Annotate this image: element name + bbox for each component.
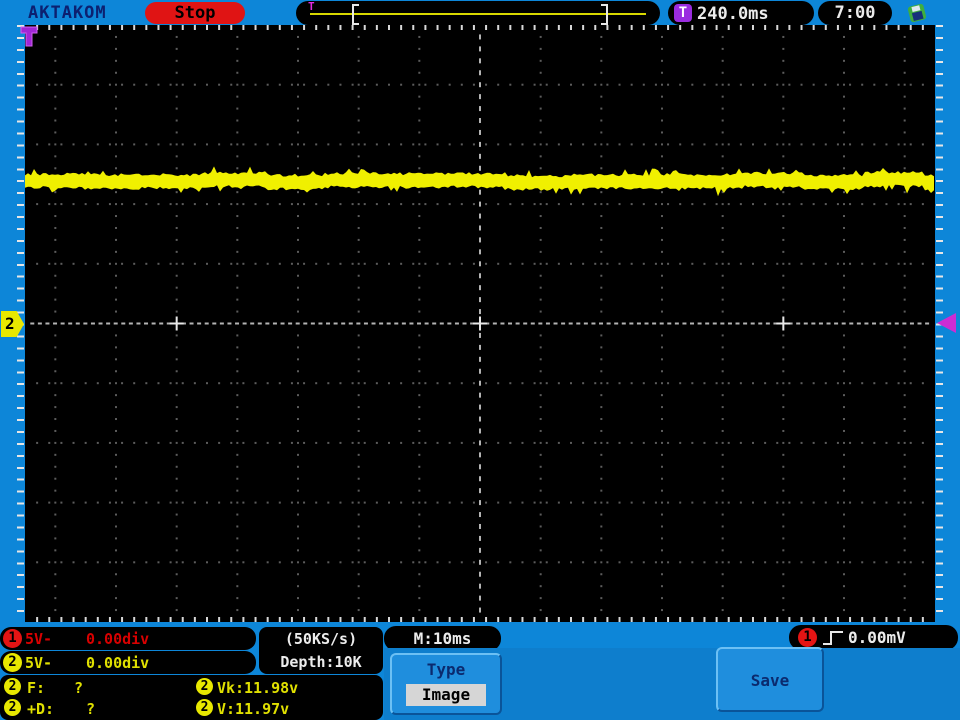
acquisition-pill: (50KS/s) Depth:10K: [259, 627, 383, 674]
record-length-line: [310, 13, 646, 15]
usb-drive-icon: [907, 3, 927, 23]
type-value-selected[interactable]: Image: [406, 684, 486, 706]
trigger-source-badge: 1: [798, 628, 817, 647]
meas-value: ?: [74, 679, 84, 697]
oscilloscope-screen: { "top_bar": { "brand": "AKTAKOM", "run_…: [0, 0, 960, 720]
trigger-t-icon: T: [674, 4, 692, 22]
meas-value: 11.97v: [235, 700, 290, 718]
meas-label: V:: [217, 700, 236, 718]
meas-value: ?: [86, 700, 96, 718]
trigger-level-marker-icon[interactable]: [937, 313, 956, 333]
ch1-offset: 0.00div: [86, 630, 150, 648]
trigger-position-marker-icon: T: [308, 0, 315, 13]
trigger-position-readout: T 240.0ms: [668, 1, 814, 25]
rising-edge-icon: [823, 631, 843, 645]
meas-value: 11.98v: [244, 679, 299, 697]
window-left-bracket-icon: [352, 4, 359, 25]
window-right-bracket-icon: [601, 4, 608, 25]
ch1-status-pill: 1 5V- 0.00div: [0, 627, 256, 650]
meas-label: Vk:: [217, 679, 245, 697]
meas-label: +D:: [27, 700, 55, 718]
type-label: Type: [426, 660, 466, 679]
type-button[interactable]: Type Image: [390, 653, 502, 715]
meas-label: F:: [27, 679, 46, 697]
meas-ch-badge: 2: [196, 678, 213, 695]
ch2-status-pill: 2 5V- 0.00div: [0, 651, 256, 674]
clock: 7:00: [818, 1, 892, 25]
trigger-level-value: 0.00mV: [848, 628, 906, 647]
soft-menu-strip: Type Image Save: [384, 647, 960, 720]
record-depth: Depth:10K: [280, 653, 362, 671]
meas-ch-badge: 2: [4, 678, 21, 695]
graticule-and-trace: [25, 25, 934, 622]
ch2-scale: 5V-: [25, 654, 53, 672]
save-button[interactable]: Save: [716, 647, 824, 712]
sample-rate: (50KS/s): [284, 630, 358, 648]
channel-1-badge: 1: [3, 629, 22, 648]
ch1-scale: 5V-: [25, 630, 53, 648]
meas-ch-badge: 2: [196, 699, 213, 716]
trigger-position-value: 240.0ms: [697, 4, 769, 24]
save-label: Save: [750, 671, 790, 690]
trigger-hpos-t-icon: [20, 26, 38, 47]
ch2-offset: 0.00div: [86, 654, 150, 672]
meas-ch-badge: 2: [4, 699, 21, 716]
measurements-pill: 2 F: ? 2 Vk: 11.98v 2 +D: ? 2 V: 11.97v: [0, 675, 383, 720]
brand-logo: AKTAKOM: [28, 3, 107, 23]
waveform-display: [25, 25, 935, 622]
run-stop-indicator[interactable]: Stop: [145, 2, 245, 24]
record-position-bar: T: [296, 1, 660, 25]
channel-2-badge: 2: [3, 653, 22, 672]
